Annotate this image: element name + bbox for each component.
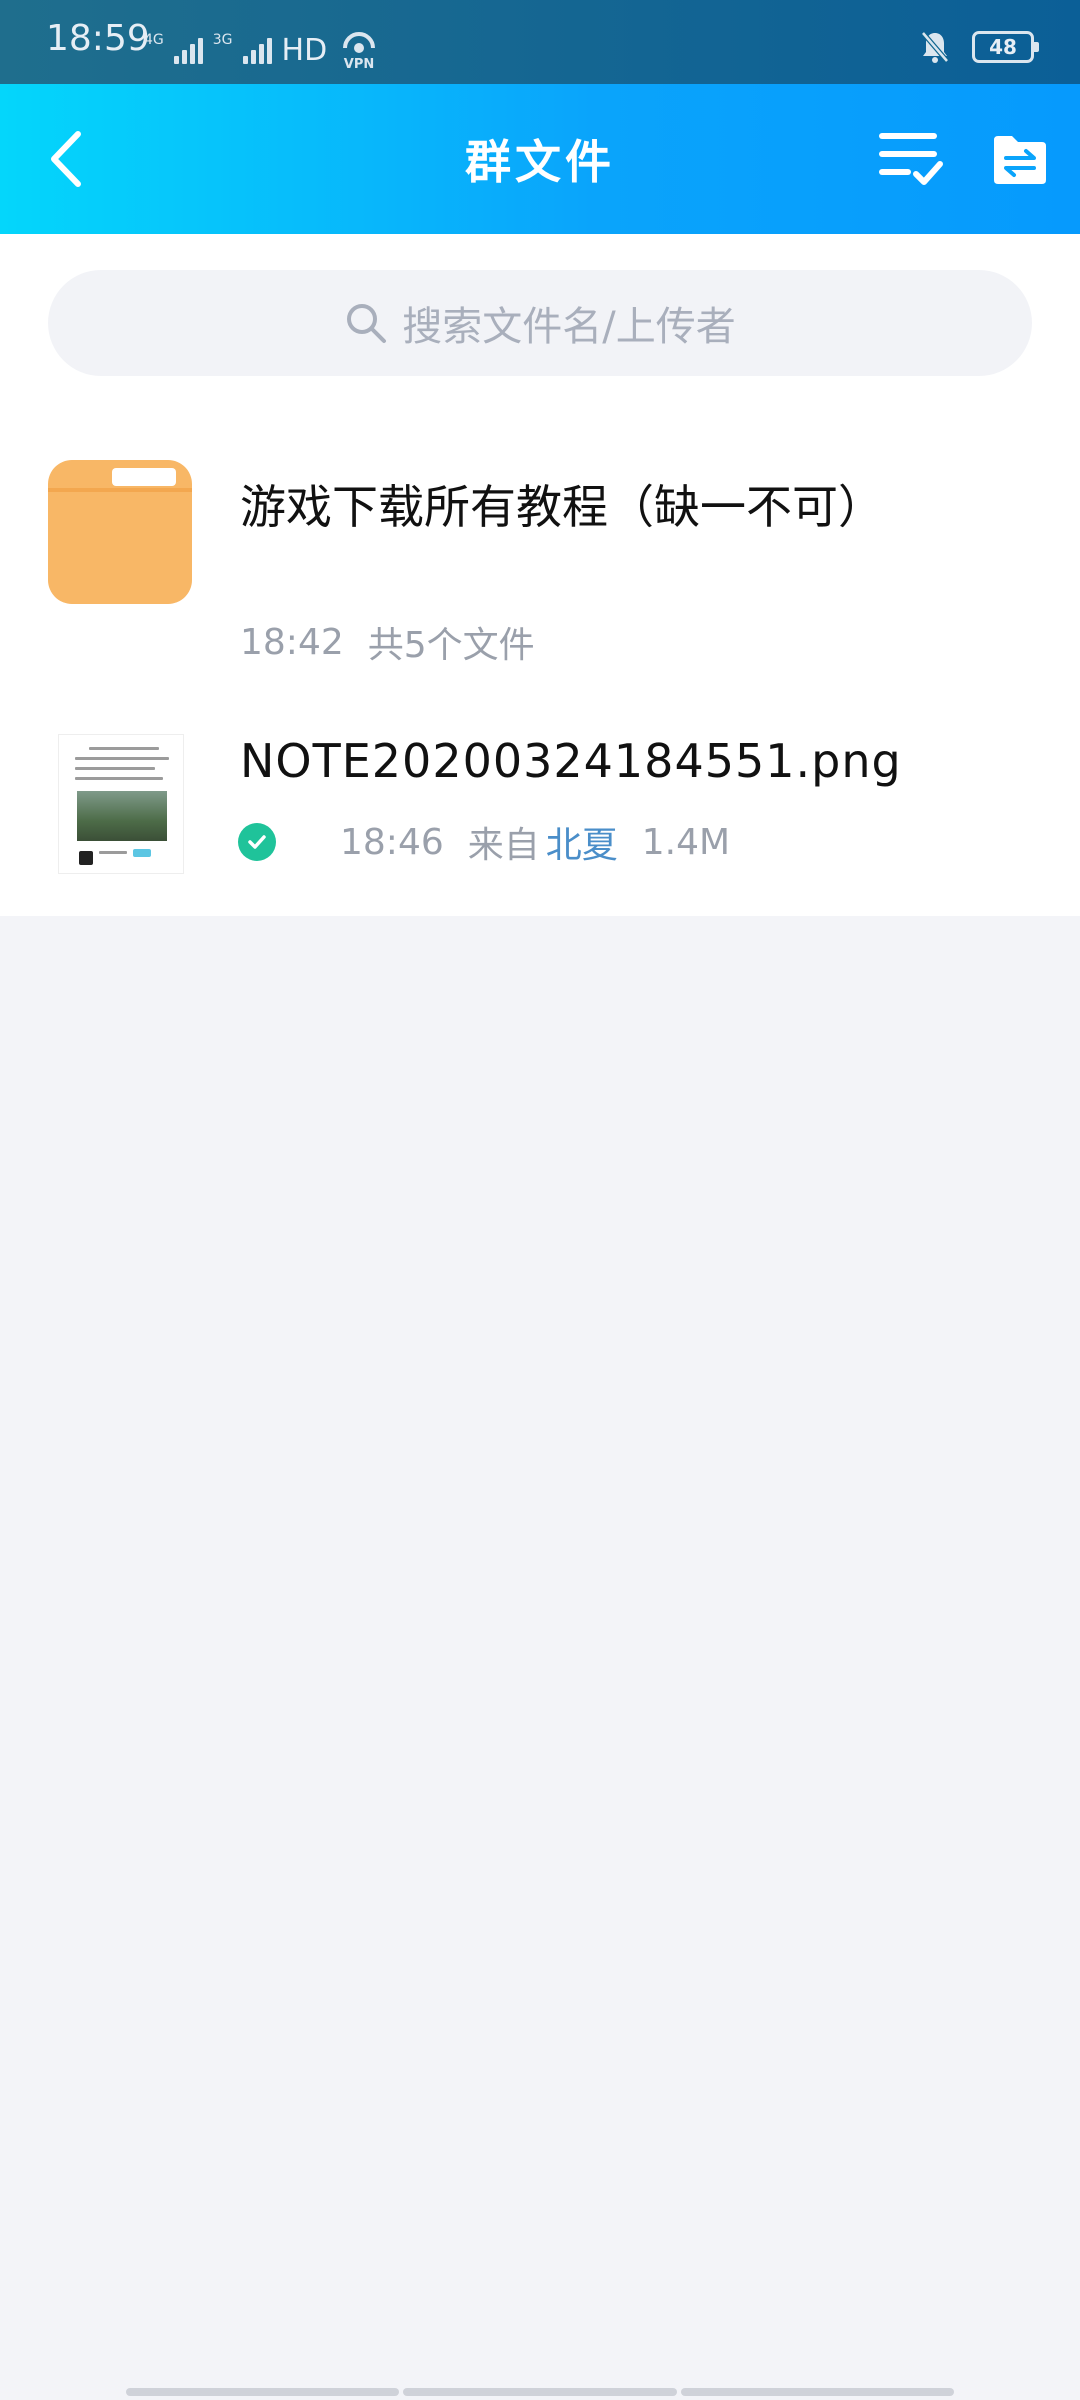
check-icon xyxy=(238,823,276,861)
from-label: 来自 xyxy=(467,825,540,866)
hd-indicator: HD xyxy=(281,32,328,68)
status-time: 18:59 xyxy=(46,18,150,59)
folder-transfer-icon xyxy=(994,136,1046,184)
file-row[interactable]: NOTE20200324184551.png 18:46 来自 北夏 1.4M xyxy=(0,734,1080,914)
bell-muted-icon xyxy=(921,31,949,63)
folder-meta: 18:42 共5个文件 xyxy=(240,616,535,668)
search-input[interactable]: 搜索文件名/上传者 xyxy=(48,270,1032,376)
network-type-2: 3G xyxy=(212,32,233,48)
folder-time: 18:42 xyxy=(240,621,344,663)
battery-indicator: 48 xyxy=(972,31,1039,63)
network-indicators: 4G 3G HD VPN xyxy=(144,28,381,72)
uploader-link[interactable]: 北夏 xyxy=(546,816,618,868)
vpn-icon: VPN xyxy=(337,28,381,72)
uploader-info: 来自 北夏 xyxy=(468,816,618,868)
home-indicator[interactable] xyxy=(126,2388,954,2396)
file-meta: 18:46 来自 北夏 1.4M xyxy=(238,816,730,868)
folder-file-count: 共5个文件 xyxy=(367,625,535,666)
folder-icon xyxy=(48,460,192,604)
signal-icon xyxy=(242,36,272,64)
search-placeholder: 搜索文件名/上传者 xyxy=(402,304,736,350)
multi-select-button[interactable] xyxy=(878,128,944,188)
network-type-1: 4G xyxy=(144,32,164,48)
file-time: 18:46 xyxy=(340,821,444,863)
folder-name: 游戏下载所有教程（缺一不可） xyxy=(240,480,884,534)
vpn-label: VPN xyxy=(344,57,374,72)
signal-icon xyxy=(173,36,203,64)
multi-select-icon xyxy=(879,133,943,185)
folder-transfer-button[interactable] xyxy=(992,134,1048,186)
image-thumbnail xyxy=(58,734,184,874)
status-right: 48 xyxy=(920,30,1039,64)
folder-row[interactable]: 游戏下载所有教程（缺一不可） 18:42 共5个文件 xyxy=(0,444,1080,674)
status-bar: 18:59 4G 3G HD VPN 48 xyxy=(0,0,1080,84)
file-name: NOTE20200324184551.png xyxy=(240,734,902,788)
file-list-panel: 搜索文件名/上传者 游戏下载所有教程（缺一不可） 18:42 共5个文件 NOT… xyxy=(0,234,1080,916)
navigation-bar: 群文件 xyxy=(0,84,1080,234)
search-icon xyxy=(347,304,387,343)
file-size: 1.4M xyxy=(641,821,731,863)
